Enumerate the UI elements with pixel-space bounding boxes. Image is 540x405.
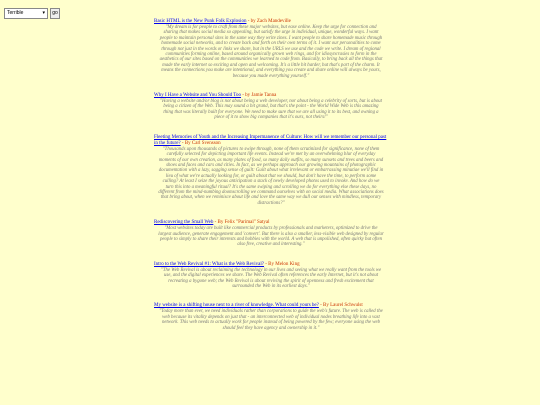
article-quote: "Having a website and/or blog is not abo… (160, 99, 382, 121)
author-name: Carl Svensson (191, 140, 221, 146)
article-link[interactable]: Intro to the Web Revival #1: What is the… (154, 262, 264, 267)
list-item: Rediscovering the Small Web - By Felix "… (154, 220, 388, 248)
author-name: Jamie Tanna (251, 93, 277, 99)
go-button[interactable]: go (50, 8, 60, 19)
list-item: Intro to the Web Revival #1: What is the… (154, 262, 388, 290)
article-quote: "My dream is for people to craft from th… (159, 25, 383, 79)
by-label: - by (247, 19, 256, 24)
list-item: Why I Have a Website and You Should Too … (154, 93, 388, 121)
by-label: - By (265, 261, 275, 267)
top-controls: Terrible ▾ go (4, 8, 60, 19)
author-name: Melon King (275, 261, 300, 267)
article-quote: "Thousands upon thousands of pictures to… (158, 146, 384, 206)
list-item: My website is a shifting house next to a… (154, 303, 388, 331)
article-list: Basic HTML is the New Punk Folk Explosio… (154, 19, 388, 345)
article-link[interactable]: Rediscovering the Small Web (154, 220, 213, 225)
article-quote: "Most websites today are built like comm… (158, 226, 384, 248)
article-quote: "The Web Revival is about reclaiming the… (160, 267, 382, 289)
article-link[interactable]: Why I Have a Website and You Should Too (154, 93, 241, 98)
list-item: Basic HTML is the New Punk Folk Explosio… (154, 19, 388, 79)
by-label: - By (214, 220, 224, 226)
by-label: - by (242, 93, 251, 99)
article-link[interactable]: Basic HTML is the New Punk Folk Explosio… (154, 19, 246, 24)
chevron-down-icon: ▾ (42, 10, 45, 16)
by-label: - By (181, 140, 191, 146)
author-name: Felix "Parimal" Satyal (224, 220, 270, 226)
author-name: Zach Mandeville (256, 19, 291, 24)
filter-select[interactable]: Terrible ▾ (4, 8, 48, 19)
list-item: Fleeting Memories of Youth and the Incre… (154, 135, 388, 206)
author-name: Laurel Schwulst (330, 303, 363, 309)
filter-select-value: Terrible (7, 10, 24, 16)
article-quote: "Today more than ever, we need individua… (159, 309, 383, 331)
article-link[interactable]: My website is a shifting house next to a… (154, 303, 319, 308)
by-label: - By (320, 303, 329, 309)
entry-heading: Fleeting Memories of Youth and the Incre… (154, 135, 388, 147)
